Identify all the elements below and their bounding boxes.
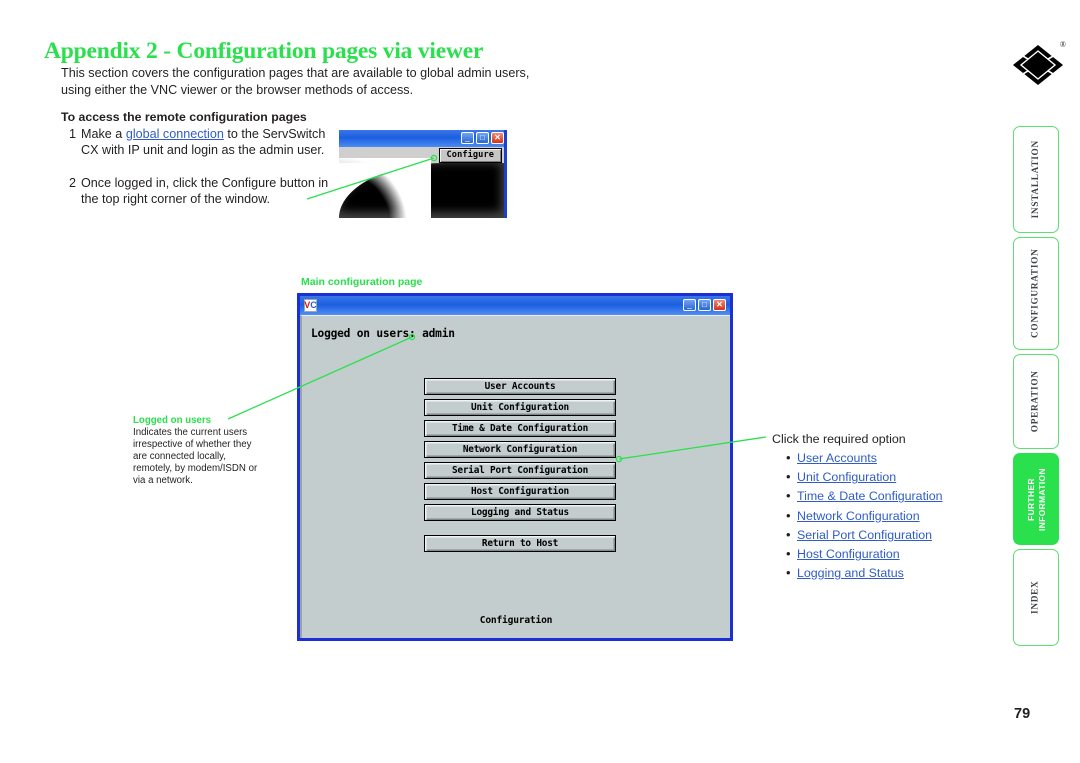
registered-trademark-icon: ® <box>1059 40 1066 49</box>
button-user-accounts[interactable]: User Accounts <box>424 378 616 395</box>
side-tab-strip: INSTALLATION CONFIGURATION OPERATION FUR… <box>1013 126 1059 650</box>
step-text: Make a global connection to the ServSwit… <box>81 126 337 159</box>
list-item: User Accounts <box>786 448 982 468</box>
sidebar-item-index[interactable]: INDEX <box>1013 549 1059 646</box>
close-button[interactable]: ✕ <box>713 299 726 311</box>
button-return-to-host[interactable]: Return to Host <box>424 535 616 552</box>
list-item: Logging and Status <box>786 563 982 583</box>
list-item: Network Configuration <box>786 506 982 526</box>
link-network-configuration[interactable]: Network Configuration <box>797 509 920 523</box>
main-window-titlebar: VC _ □ ✕ <box>300 296 730 315</box>
sidebar-item-label: INSTALLATION <box>1030 140 1041 219</box>
step-number: 1 <box>68 127 76 141</box>
list-item: Serial Port Configuration <box>786 525 982 545</box>
vnc-icon-c: C <box>310 300 317 310</box>
button-time-date-configuration[interactable]: Time & Date Configuration <box>424 420 616 437</box>
thumbnail-window-controls[interactable]: _ □ ✕ <box>461 132 504 144</box>
sidebar-item-label: CONFIGURATION <box>1030 248 1041 339</box>
sidebar-item-operation[interactable]: OPERATION <box>1013 354 1059 449</box>
annotation-click-required-option: Click the required option User Accounts … <box>772 432 982 583</box>
list-item: Host Configuration <box>786 544 982 564</box>
link-host-configuration[interactable]: Host Configuration <box>797 547 900 561</box>
configure-button[interactable]: Configure <box>438 148 502 163</box>
logged-on-users-text: Logged on users: admin <box>311 327 455 340</box>
sidebar-item-label: INDEX <box>1030 580 1041 615</box>
main-configuration-window: VC _ □ ✕ Logged on users: admin User Acc… <box>297 293 733 641</box>
close-button[interactable]: ✕ <box>491 132 504 144</box>
step-item-1: 1 Make a global connection to the ServSw… <box>62 126 337 159</box>
list-item: Time & Date Configuration <box>786 486 982 506</box>
global-connection-link[interactable]: global connection <box>126 127 224 141</box>
thumbnail-right-border <box>504 130 507 218</box>
link-serial-port-configuration[interactable]: Serial Port Configuration <box>797 528 932 542</box>
main-window-client-area: Logged on users: admin User Accounts Uni… <box>300 315 730 638</box>
step-text-before: Make a <box>81 127 126 141</box>
maximize-button[interactable]: □ <box>698 299 711 311</box>
button-serial-port-configuration[interactable]: Serial Port Configuration <box>424 462 616 479</box>
sidebar-item-label: OPERATION <box>1030 370 1041 433</box>
minimize-button[interactable]: _ <box>683 299 696 311</box>
sidebar-item-label: FURTHER INFORMATION <box>1025 467 1047 531</box>
annotation-logged-on-users: Logged on users Indicates the current us… <box>133 415 265 487</box>
option-link-list: User Accounts Unit Configuration Time & … <box>772 448 982 583</box>
configuration-button-stack: User Accounts Unit Configuration Time & … <box>424 378 616 525</box>
button-unit-configuration[interactable]: Unit Configuration <box>424 399 616 416</box>
sidebar-item-installation[interactable]: INSTALLATION <box>1013 126 1059 233</box>
maximize-button[interactable]: □ <box>476 132 489 144</box>
annotation-body: Indicates the current users irrespective… <box>133 427 258 486</box>
list-item: Unit Configuration <box>786 467 982 487</box>
thumbnail-titlebar: _ □ ✕ <box>339 130 507 147</box>
intro-paragraph: This section covers the configuration pa… <box>61 66 530 97</box>
link-unit-configuration[interactable]: Unit Configuration <box>797 470 896 484</box>
brand-logo: ® <box>1012 40 1066 88</box>
link-logging-and-status[interactable]: Logging and Status <box>797 566 904 580</box>
diamond-logo-icon <box>1013 45 1063 85</box>
main-window-status-line: Configuration <box>479 615 553 626</box>
sidebar-item-configuration[interactable]: CONFIGURATION <box>1013 237 1059 350</box>
step-text: Once logged in, click the Configure butt… <box>81 176 329 207</box>
page-number: 79 <box>1014 706 1031 722</box>
link-user-accounts[interactable]: User Accounts <box>797 451 877 465</box>
button-network-configuration[interactable]: Network Configuration <box>424 441 616 458</box>
page-title: Appendix 2 - Configuration pages via vie… <box>44 38 484 64</box>
main-configuration-caption: Main configuration page <box>301 276 423 288</box>
thumbnail-desktop-graphic <box>339 163 507 218</box>
vnc-app-icon: VC <box>304 299 317 312</box>
main-window-controls[interactable]: _ □ ✕ <box>683 299 726 311</box>
sidebar-item-further-information[interactable]: FURTHER INFORMATION <box>1013 453 1059 545</box>
step-number: 2 <box>68 176 76 190</box>
button-logging-and-status[interactable]: Logging and Status <box>424 504 616 521</box>
viewer-window-thumbnail: _ □ ✕ Configure <box>339 130 507 218</box>
link-time-date-configuration[interactable]: Time & Date Configuration <box>797 489 943 503</box>
minimize-button[interactable]: _ <box>461 132 474 144</box>
annotation-lead-text: Click the required option <box>772 432 906 446</box>
step-item-2: 2 Once logged in, click the Configure bu… <box>62 175 337 208</box>
button-host-configuration[interactable]: Host Configuration <box>424 483 616 500</box>
annotation-heading: Logged on users <box>133 415 212 426</box>
section-subheading: To access the remote configuration pages <box>61 110 307 124</box>
